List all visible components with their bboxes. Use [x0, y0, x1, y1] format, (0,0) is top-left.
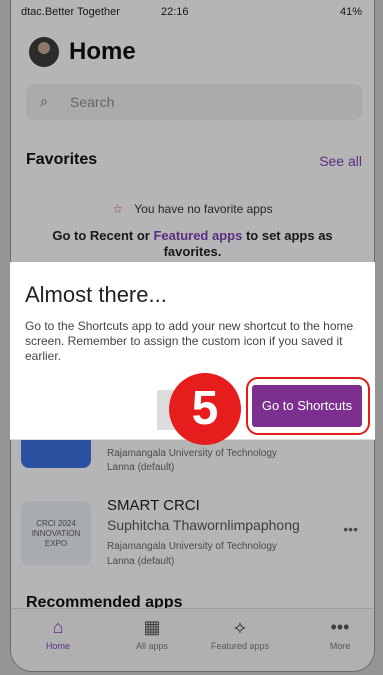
dialog-body: Go to the Shortcuts app to add your new … — [25, 319, 354, 363]
step-badge: 5 — [169, 373, 241, 445]
almost-there-dialog: Almost there... Go to the Shortcuts app … — [10, 262, 375, 445]
dialog-title: Almost there... — [25, 282, 167, 307]
go-to-shortcuts-button[interactable]: Go to Shortcuts — [252, 385, 362, 427]
